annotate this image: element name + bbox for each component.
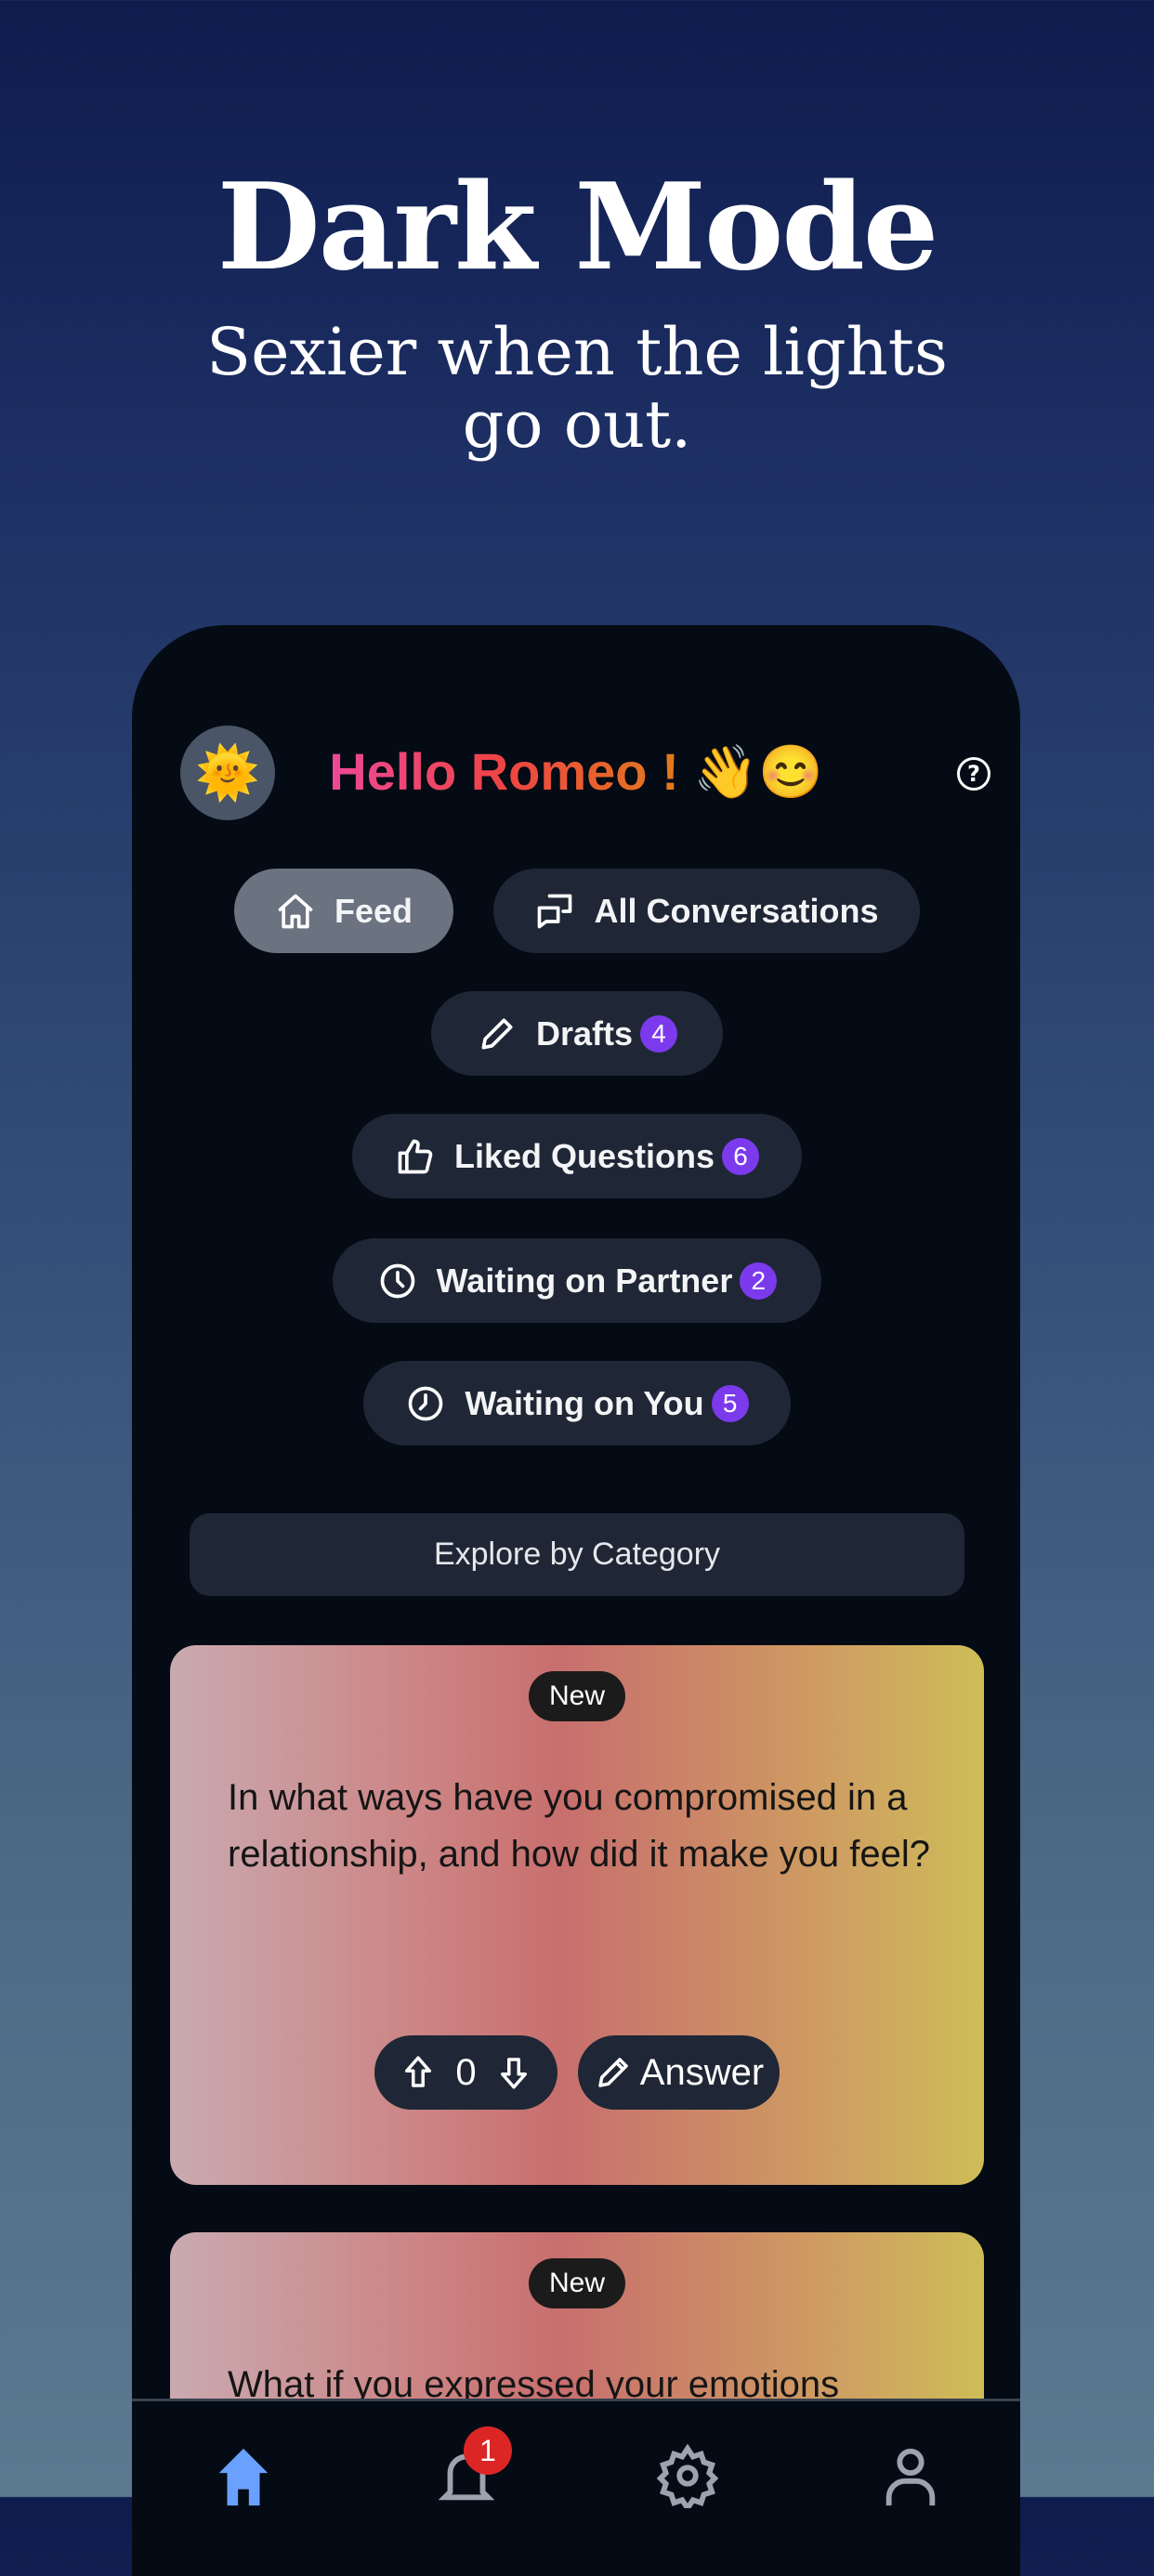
home-icon	[278, 894, 313, 928]
vote-control: 0	[374, 2035, 557, 2110]
nav-home[interactable]	[211, 2443, 276, 2517]
user-icon	[885, 2448, 936, 2506]
answer-label: Answer	[639, 2051, 765, 2093]
answer-button[interactable]: Answer	[578, 2035, 780, 2110]
bottom-nav: 1	[132, 2399, 1020, 2576]
tab-drafts[interactable]: Drafts 4	[431, 991, 723, 1076]
new-badge: New	[529, 1671, 625, 1721]
pencil-icon	[481, 1018, 513, 1049]
tab-feed[interactable]: Feed	[234, 869, 453, 953]
pencil-icon	[598, 2058, 628, 2087]
new-badge: New	[529, 2258, 625, 2308]
notification-badge: 1	[464, 2426, 512, 2475]
hero-title: Dark Mode	[216, 158, 939, 297]
tab-all-conversations[interactable]: All Conversations	[493, 869, 920, 953]
tab-label: Feed	[334, 891, 413, 930]
hero-subtitle: Sexier when the lights go out.	[206, 314, 948, 463]
count-badge: 6	[722, 1137, 760, 1175]
thumbs-up-icon	[398, 1139, 433, 1173]
question-text: In what ways have you compromised in a r…	[228, 1777, 931, 1875]
tab-waiting-on-you[interactable]: Waiting on You 5	[363, 1361, 791, 1445]
nav-notifications[interactable]: 1	[434, 2426, 512, 2517]
count-badge: 2	[740, 1262, 778, 1300]
help-icon[interactable]: ?	[957, 757, 990, 791]
greeting: Hello Romeo ! 👋😊	[132, 741, 1020, 803]
tab-label: Waiting on Partner	[436, 1261, 733, 1300]
clock-icon	[380, 1263, 414, 1298]
tab-label: Drafts	[535, 1013, 634, 1053]
greeting-text: Hello Romeo !	[329, 742, 679, 801]
question-card: New In what ways have you compromised in…	[170, 1645, 984, 2185]
count-badge: 4	[640, 1014, 678, 1053]
upvote-icon[interactable]	[399, 2053, 438, 2092]
tab-label: Waiting on You	[465, 1383, 704, 1422]
tab-waiting-on-partner[interactable]: Waiting on Partner 2	[333, 1238, 821, 1323]
clock-icon	[409, 1386, 443, 1420]
tab-label: Liked Questions	[453, 1136, 715, 1175]
home-icon	[218, 2448, 269, 2506]
nav-profile[interactable]	[878, 2443, 943, 2517]
nav-settings[interactable]	[655, 2443, 720, 2517]
tab-label: All Conversations	[594, 891, 879, 930]
conversations-icon	[538, 894, 572, 928]
downvote-icon[interactable]	[494, 2053, 533, 2092]
vote-count: 0	[455, 2051, 477, 2093]
explore-by-category-button[interactable]: Explore by Category	[190, 1513, 964, 1596]
gear-icon	[656, 2443, 719, 2514]
greeting-emoji: 👋😊	[693, 742, 823, 801]
tab-liked-questions[interactable]: Liked Questions 6	[352, 1114, 802, 1198]
count-badge: 5	[711, 1384, 749, 1422]
phone-screen: 🌞 Hello Romeo ! 👋😊 ? Feed All Conversati…	[132, 625, 1020, 2576]
